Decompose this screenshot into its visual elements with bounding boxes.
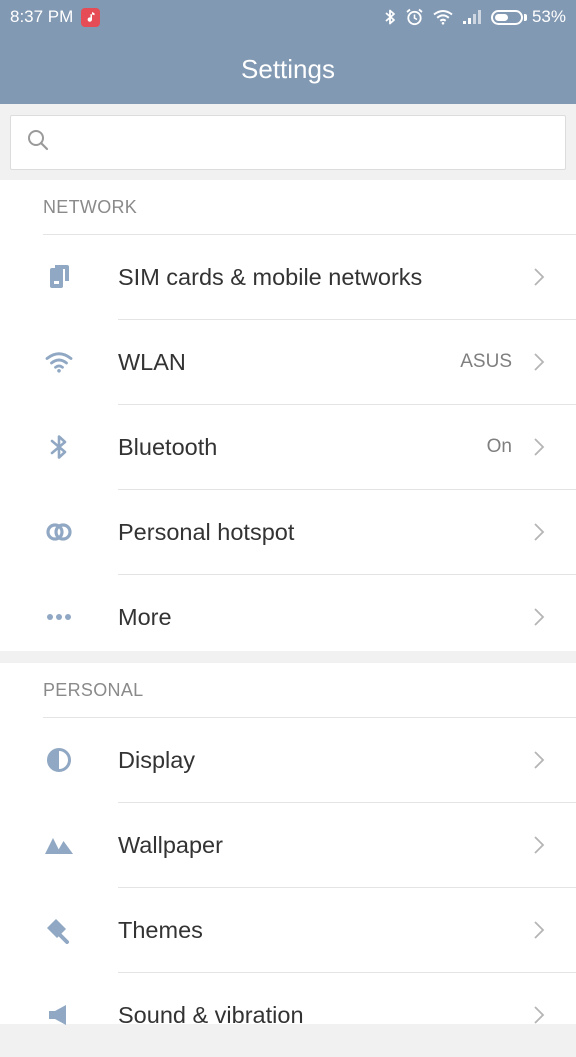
title-bar: Settings (0, 34, 576, 104)
settings-item-wallpaper[interactable]: Wallpaper (0, 803, 576, 887)
sound-icon (43, 999, 75, 1031)
chevron-right-icon (532, 749, 546, 771)
chevron-right-icon (532, 436, 546, 458)
sim-card-icon (43, 261, 75, 293)
chevron-right-icon (532, 521, 546, 543)
settings-item-label: More (118, 603, 172, 630)
settings-item-themes[interactable]: Themes (0, 888, 576, 972)
settings-item-label: Bluetooth (118, 433, 218, 460)
settings-item-sound[interactable]: Sound & vibration (0, 973, 576, 1057)
settings-item-more[interactable]: More (0, 575, 576, 659)
battery-fill (494, 13, 508, 21)
more-dots-icon (43, 601, 75, 633)
search-area (0, 104, 576, 178)
search-input[interactable] (59, 130, 565, 155)
settings-item-display[interactable]: Display (0, 718, 576, 802)
settings-item-label: Sound & vibration (118, 1001, 304, 1028)
themes-icon (43, 914, 75, 946)
status-time: 8:37 PM (10, 7, 74, 26)
section-header-network: NETWORK (43, 196, 138, 217)
chevron-right-icon (532, 266, 546, 288)
settings-item-label: Display (118, 746, 196, 773)
settings-item-label: Themes (118, 916, 203, 943)
chevron-right-icon (532, 351, 546, 373)
chevron-right-icon (532, 919, 546, 941)
settings-item-wlan[interactable]: WLAN ASUS (0, 320, 576, 404)
battery-icon (490, 9, 523, 25)
page-title: Settings (241, 53, 335, 84)
chevron-right-icon (532, 1004, 546, 1026)
wallpaper-icon (43, 829, 75, 861)
settings-item-label: Personal hotspot (118, 518, 295, 545)
settings-item-sim-cards[interactable]: SIM cards & mobile networks (0, 235, 576, 319)
music-notification-icon (81, 7, 101, 27)
bluetooth-icon (43, 431, 75, 463)
settings-item-label: Wallpaper (118, 831, 223, 858)
battery-percent: 53% (531, 7, 566, 26)
status-bar: 8:37 PM 53% (0, 0, 576, 34)
settings-item-value: On (486, 436, 512, 457)
hotspot-icon (43, 516, 75, 548)
battery-indicator: 53% (490, 7, 566, 27)
alarm-icon (405, 8, 424, 26)
wifi-icon (433, 9, 453, 25)
search-icon (27, 129, 49, 156)
personal-section: PERSONAL Display Wallpaper Themes Sound … (0, 663, 576, 1028)
chevron-right-icon (532, 606, 546, 628)
wifi-icon (43, 346, 75, 378)
settings-item-personal-hotspot[interactable]: Personal hotspot (0, 490, 576, 574)
bluetooth-icon (384, 8, 396, 26)
settings-item-bluetooth[interactable]: Bluetooth On (0, 405, 576, 489)
display-icon (43, 744, 75, 776)
settings-item-value: ASUS (460, 351, 512, 372)
section-header-personal: PERSONAL (43, 679, 144, 700)
search-box[interactable] (10, 115, 566, 170)
settings-item-label: WLAN (118, 348, 186, 375)
network-section: NETWORK SIM cards & mobile networks WLAN… (0, 180, 576, 651)
settings-item-label: SIM cards & mobile networks (118, 263, 423, 290)
chevron-right-icon (532, 834, 546, 856)
signal-icon (462, 9, 482, 25)
